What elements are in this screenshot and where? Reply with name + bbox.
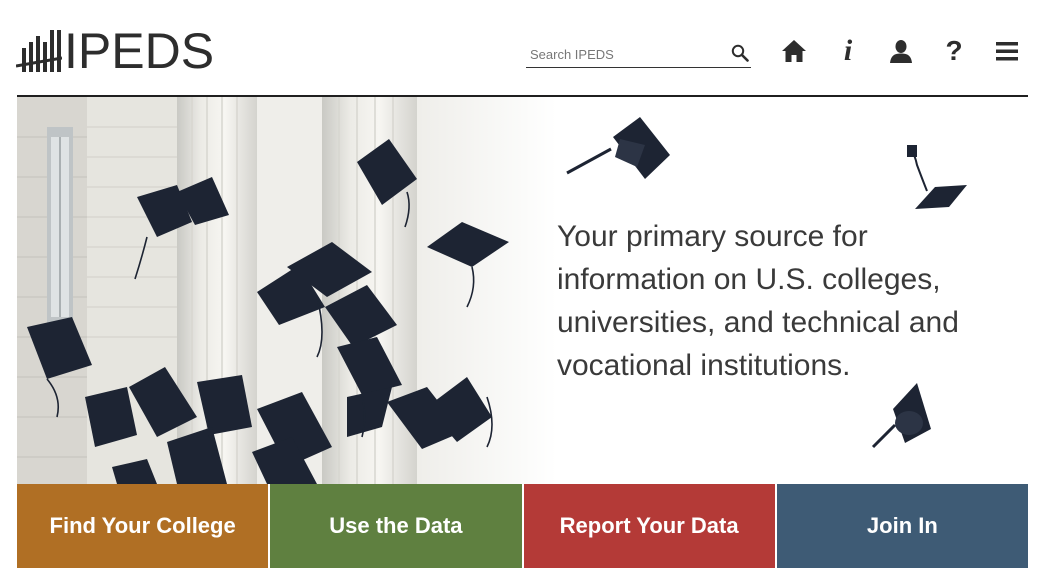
report-your-data-tile[interactable]: Report Your Data bbox=[523, 484, 775, 568]
find-your-college-tile[interactable]: Find Your College bbox=[17, 484, 269, 568]
menu-icon bbox=[996, 42, 1018, 61]
cap-decoration-3 bbox=[871, 383, 931, 449]
action-tiles: Find Your College Use the Data Report Yo… bbox=[17, 484, 1028, 568]
search-box bbox=[526, 40, 751, 68]
logo-bars-icon bbox=[16, 30, 62, 72]
tile-label: Join In bbox=[866, 513, 938, 538]
info-icon: i bbox=[843, 34, 853, 67]
search-icon bbox=[731, 44, 749, 62]
home-icon bbox=[782, 40, 806, 62]
graduation-caps-photo bbox=[17, 97, 557, 484]
home-button[interactable] bbox=[779, 36, 809, 66]
info-button[interactable]: i bbox=[833, 36, 863, 66]
hero-tagline: Your primary source for information on U… bbox=[557, 220, 959, 382]
tile-label: Use the Data bbox=[329, 513, 463, 538]
user-button[interactable] bbox=[886, 36, 916, 66]
tile-label: Find Your College bbox=[49, 513, 236, 538]
help-icon: ? bbox=[945, 35, 963, 66]
user-icon bbox=[890, 40, 912, 63]
ipeds-logo[interactable]: IPEDS bbox=[16, 23, 215, 79]
menu-button[interactable] bbox=[992, 36, 1022, 66]
search-button[interactable] bbox=[729, 42, 751, 64]
cap-decoration-2 bbox=[907, 145, 967, 209]
help-button[interactable]: ? bbox=[939, 36, 969, 66]
cap-decoration-1 bbox=[566, 117, 670, 179]
hero-banner: Your primary source for information on U… bbox=[17, 97, 1028, 484]
use-the-data-tile[interactable]: Use the Data bbox=[270, 484, 522, 568]
logo-text: IPEDS bbox=[64, 23, 215, 79]
join-in-tile[interactable]: Join In bbox=[776, 484, 1028, 568]
tile-label: Report Your Data bbox=[559, 513, 739, 538]
search-input[interactable] bbox=[530, 45, 720, 63]
